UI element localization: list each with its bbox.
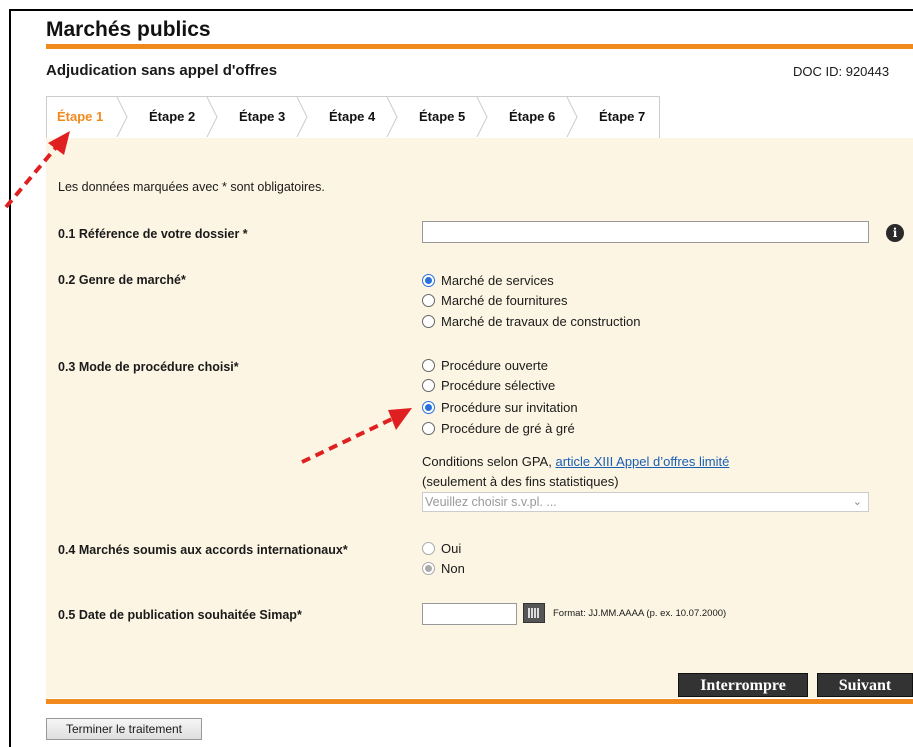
tab-label: Étape 6	[509, 109, 556, 124]
option-label: Procédure de gré à gré	[441, 420, 575, 436]
mode-label: 0.3 Mode de procédure choisi*	[58, 360, 239, 374]
option-label: Procédure sur invitation	[441, 399, 578, 415]
option-label: Procédure sélective	[441, 377, 556, 393]
date-format-hint: Format: JJ.MM.AAAA (p. ex. 10.07.2000)	[553, 608, 727, 619]
reference-input[interactable]	[422, 221, 869, 243]
radio-icon[interactable]	[422, 358, 435, 372]
option-label: Non	[441, 560, 465, 576]
tab-step-4[interactable]: Étape 4	[307, 97, 398, 137]
mode-option-selective[interactable]: Procédure sélective	[422, 375, 555, 395]
tab-step-2[interactable]: Étape 2	[127, 97, 218, 137]
tab-label: Étape 2	[149, 109, 196, 124]
annotation-arrow-icon	[301, 408, 412, 464]
option-label: Marché de services	[441, 272, 554, 288]
mode-option-gre-a-gre[interactable]: Procédure de gré à gré	[422, 418, 575, 438]
radio-icon[interactable]	[422, 314, 435, 328]
top-divider	[46, 44, 913, 49]
genre-option-fournitures[interactable]: Marché de fournitures	[422, 290, 567, 310]
mode-option-invitation[interactable]: Procédure sur invitation	[422, 397, 578, 417]
annotation-arrow-icon	[4, 131, 70, 209]
genre-label: 0.2 Genre de marché*	[58, 273, 186, 287]
next-button[interactable]: Suivant	[817, 673, 913, 697]
genre-option-travaux[interactable]: Marché de travaux de construction	[422, 311, 640, 331]
radio-checked-icon[interactable]	[422, 400, 435, 414]
tab-label: Étape 3	[239, 109, 286, 124]
option-label: Marché de travaux de construction	[441, 313, 641, 329]
tab-label: Étape 4	[329, 109, 376, 124]
gpa-conditions: Conditions selon GPA, article XIII Appel…	[422, 454, 729, 469]
radio-icon[interactable]	[422, 421, 435, 435]
interrupt-button[interactable]: Interrompre	[678, 673, 808, 697]
tab-step-3[interactable]: Étape 3	[217, 97, 308, 137]
publication-date-input[interactable]	[422, 603, 517, 625]
publication-label: 0.5 Date de publication souhaitée Simap*	[58, 608, 302, 622]
gpa-article-link[interactable]: article XIII Appel d’offres limité	[555, 454, 729, 469]
genre-option-services[interactable]: Marché de services	[422, 270, 554, 290]
international-option-non[interactable]: Non	[422, 558, 465, 578]
select-placeholder: Veuillez choisir s.v.pl. ...	[425, 495, 557, 509]
step-tabs: Étape 1 Étape 2 Étape 3 Étape 4 Étape 5 …	[46, 96, 660, 138]
bottom-divider	[46, 699, 913, 704]
option-label: Oui	[441, 540, 462, 556]
tab-label: Étape 1	[57, 109, 104, 124]
radio-disabled-checked-icon[interactable]	[422, 561, 435, 575]
required-note: Les données marquées avec * sont obligat…	[58, 180, 325, 194]
mode-option-ouverte[interactable]: Procédure ouverte	[422, 355, 548, 375]
gpa-text: Conditions selon GPA,	[422, 454, 552, 469]
tab-step-6[interactable]: Étape 6	[487, 97, 578, 137]
chevron-down-icon: ⌄	[852, 496, 862, 508]
international-label: 0.4 Marchés soumis aux accords internati…	[58, 543, 348, 557]
info-icon[interactable]: i	[886, 224, 904, 242]
international-option-oui[interactable]: Oui	[422, 538, 461, 558]
option-label: Marché de fournitures	[441, 292, 568, 308]
gpa-note: (seulement à des fins statistiques)	[422, 474, 619, 489]
gpa-select[interactable]: Veuillez choisir s.v.pl. ... ⌄	[422, 492, 869, 512]
tab-step-5[interactable]: Étape 5	[397, 97, 488, 137]
page-title: Marchés publics	[46, 18, 211, 41]
page-subtitle: Adjudication sans appel d'offres	[46, 62, 278, 79]
radio-icon[interactable]	[422, 378, 435, 392]
radio-checked-icon[interactable]	[422, 273, 435, 287]
doc-id: DOC ID: 920443	[793, 64, 890, 79]
radio-disabled-icon[interactable]	[422, 541, 435, 555]
tab-label: Étape 7	[599, 109, 646, 124]
radio-icon[interactable]	[422, 293, 435, 307]
reference-label: 0.1 Référence de votre dossier *	[58, 227, 248, 241]
tab-label: Étape 5	[419, 109, 466, 124]
option-label: Procédure ouverte	[441, 357, 548, 373]
tab-step-7[interactable]: Étape 7	[577, 97, 659, 137]
calendar-icon[interactable]	[523, 603, 545, 623]
finish-button[interactable]: Terminer le traitement	[46, 718, 202, 740]
